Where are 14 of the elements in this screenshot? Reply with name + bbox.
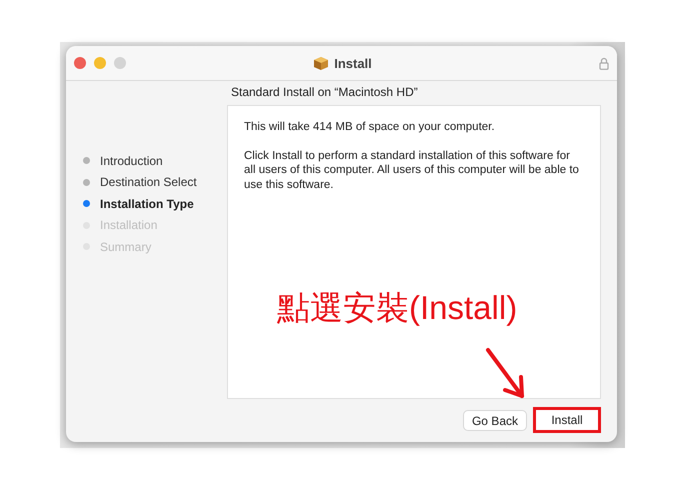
install-button[interactable]: Install bbox=[533, 407, 601, 433]
message-text: Click Install to perform a standard installation of this software for all users of this computer. All users of this computer will be able to use this software. bbox=[244, 148, 580, 192]
zoom-button[interactable] bbox=[114, 57, 126, 69]
minimize-button[interactable] bbox=[94, 57, 106, 69]
step-label: Destination Select bbox=[100, 175, 197, 190]
package-icon bbox=[313, 56, 330, 70]
back-button[interactable]: Go Back bbox=[462, 410, 527, 431]
step-label: Installation Type bbox=[100, 196, 194, 211]
message-text: This will take 414 MB of space on your computer. bbox=[244, 120, 496, 134]
annotation-text: 點選安裝(Install) bbox=[277, 288, 518, 328]
section-heading: Standard Install on “Macintosh HD” bbox=[230, 84, 419, 101]
step-label: Introduction bbox=[100, 154, 163, 168]
window-title: Install bbox=[334, 56, 372, 70]
close-button[interactable] bbox=[74, 57, 86, 69]
